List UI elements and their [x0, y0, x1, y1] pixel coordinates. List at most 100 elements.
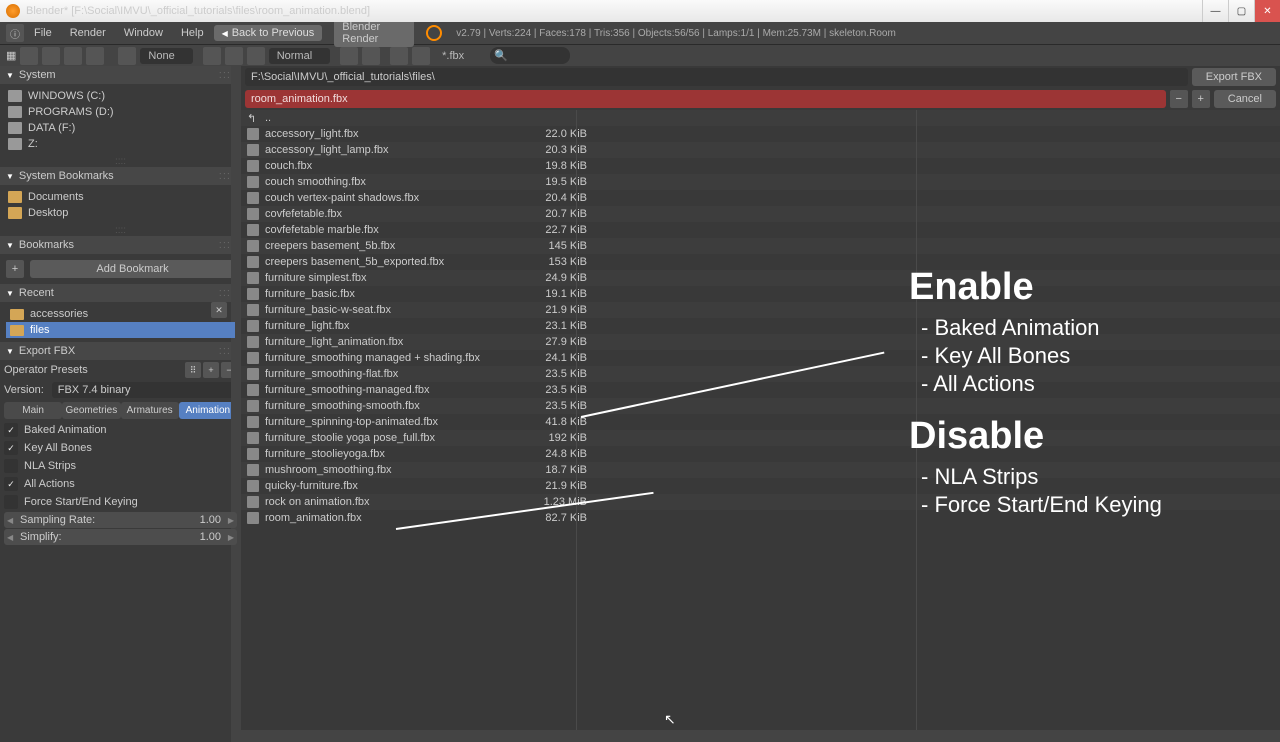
back-to-previous-button[interactable]: Back to Previous [214, 25, 323, 41]
file-row[interactable]: furniture_smoothing-smooth.fbx23.5 KiB [241, 398, 1280, 414]
display-list-long-button[interactable] [225, 47, 243, 65]
system-bookmarks-header[interactable]: System Bookmarks:::: [0, 167, 241, 185]
checkbox[interactable] [4, 459, 18, 473]
system-panel-header[interactable]: System:::: [0, 66, 241, 84]
nav-refresh-button[interactable] [86, 47, 104, 65]
file-row[interactable]: creepers basement_5b.fbx145 KiB [241, 238, 1280, 254]
panel-grip[interactable]: :::: [0, 156, 241, 167]
file-row[interactable]: furniture_light.fbx23.1 KiB [241, 318, 1280, 334]
file-row[interactable]: mushroom_smoothing.fbx18.7 KiB [241, 462, 1280, 478]
file-row[interactable]: furniture_stoolie yoga pose_full.fbx192 … [241, 430, 1280, 446]
nav-up-button[interactable] [64, 47, 82, 65]
checkbox[interactable] [4, 423, 18, 437]
file-row[interactable]: furniture_basic-w-seat.fbx21.9 KiB [241, 302, 1280, 318]
file-row[interactable]: quicky-furniture.fbx21.9 KiB [241, 478, 1280, 494]
tab-geometries[interactable]: Geometries [62, 402, 120, 419]
file-row[interactable]: furniture_smoothing-managed.fbx23.5 KiB [241, 382, 1280, 398]
recent-header[interactable]: Recent:::: [0, 284, 241, 302]
file-row[interactable]: rock on animation.fbx1.23 MiB [241, 494, 1280, 510]
sort-alpha-button[interactable] [340, 47, 358, 65]
drive-item[interactable]: PROGRAMS (D:) [6, 104, 235, 120]
bookmark-item[interactable]: Documents [6, 189, 235, 205]
drive-item[interactable]: DATA (F:) [6, 120, 235, 136]
chevron-left-icon[interactable]: ◀ [7, 516, 13, 525]
version-select[interactable]: FBX 7.4 binary [52, 382, 237, 398]
clear-recent-button[interactable]: ✕ [211, 302, 227, 318]
filter-funnel-button[interactable] [412, 47, 430, 65]
chevron-right-icon[interactable]: ▶ [228, 533, 234, 542]
file-row[interactable]: furniture_spinning-top-animated.fbx41.8 … [241, 414, 1280, 430]
menu-render[interactable]: Render [62, 24, 114, 42]
file-row[interactable]: accessory_light.fbx22.0 KiB [241, 126, 1280, 142]
increment-button[interactable]: + [1192, 90, 1210, 108]
chevron-left-icon[interactable]: ◀ [7, 533, 13, 542]
info-editor-icon[interactable]: ⓘ [6, 24, 24, 42]
recent-item[interactable]: accessories [6, 306, 235, 322]
file-row[interactable]: furniture_stoolieyoga.fbx24.8 KiB [241, 446, 1280, 462]
file-row[interactable]: furniture_smoothing managed + shading.fb… [241, 350, 1280, 366]
recent-item[interactable]: files [6, 322, 235, 338]
operator-presets-label[interactable]: Operator Presets [4, 364, 183, 376]
file-editor-icon[interactable]: ▦ [6, 49, 16, 62]
tab-animation[interactable]: Animation [179, 402, 237, 419]
tab-armatures[interactable]: Armatures [121, 402, 179, 419]
file-row[interactable]: covfefetable marble.fbx22.7 KiB [241, 222, 1280, 238]
drive-item[interactable]: Z: [6, 136, 235, 152]
menu-file[interactable]: File [26, 24, 60, 42]
checkbox-row[interactable]: Key All Bones [0, 439, 241, 457]
display-size-select[interactable]: Normal [269, 48, 330, 64]
cancel-button[interactable]: Cancel [1214, 90, 1276, 108]
nav-fwd-button[interactable] [42, 47, 60, 65]
close-button[interactable]: ✕ [1254, 0, 1280, 22]
refresh-icon[interactable] [426, 25, 442, 41]
sidebar-scrollbar[interactable] [231, 66, 241, 742]
show-hidden-button[interactable] [390, 47, 408, 65]
preset-menu-icon[interactable]: ⠿ [185, 362, 201, 378]
file-row[interactable]: furniture_basic.fbx19.1 KiB [241, 286, 1280, 302]
file-row[interactable]: accessory_light_lamp.fbx20.3 KiB [241, 142, 1280, 158]
horizontal-scrollbar[interactable] [241, 730, 1280, 742]
file-row[interactable]: couch smoothing.fbx19.5 KiB [241, 174, 1280, 190]
recursion-select[interactable]: None [140, 48, 192, 64]
add-bookmark-plus-icon[interactable]: + [6, 260, 24, 278]
sort-ext-button[interactable] [362, 47, 380, 65]
file-row[interactable]: creepers basement_5b_exported.fbx153 KiB [241, 254, 1280, 270]
file-row[interactable]: furniture simplest.fbx24.9 KiB [241, 270, 1280, 286]
sampling-rate-field[interactable]: ◀ Sampling Rate: 1.00 ▶ [4, 512, 237, 528]
file-row[interactable]: couch.fbx19.8 KiB [241, 158, 1280, 174]
file-filter-select[interactable]: *.fbx [434, 48, 482, 64]
bookmarks-header[interactable]: Bookmarks:::: [0, 236, 241, 254]
path-input[interactable]: F:\Social\IMVU\_official_tutorials\files… [245, 68, 1188, 86]
menu-window[interactable]: Window [116, 24, 171, 42]
nav-back-button[interactable] [20, 47, 38, 65]
menu-help[interactable]: Help [173, 24, 212, 42]
display-list-short-button[interactable] [203, 47, 221, 65]
checkbox[interactable] [4, 441, 18, 455]
file-row[interactable]: room_animation.fbx82.7 KiB [241, 510, 1280, 526]
maximize-button[interactable]: ▢ [1228, 0, 1254, 22]
checkbox-row[interactable]: Force Start/End Keying [0, 493, 241, 511]
display-thumb-button[interactable] [247, 47, 265, 65]
export-fbx-button[interactable]: Export FBX [1192, 68, 1276, 86]
render-engine-select[interactable]: Blender Render [334, 19, 414, 47]
chevron-right-icon[interactable]: ▶ [228, 516, 234, 525]
drive-item[interactable]: WINDOWS (C:) [6, 88, 235, 104]
checkbox-row[interactable]: NLA Strips [0, 457, 241, 475]
new-folder-button[interactable] [118, 47, 136, 65]
minimize-button[interactable]: — [1202, 0, 1228, 22]
tab-main[interactable]: Main [4, 402, 62, 419]
search-input[interactable]: 🔍 [490, 47, 570, 64]
add-bookmark-button[interactable]: Add Bookmark [30, 260, 235, 278]
preset-add-button[interactable]: + [203, 362, 219, 378]
checkbox[interactable] [4, 495, 18, 509]
file-row[interactable]: couch vertex-paint shadows.fbx20.4 KiB [241, 190, 1280, 206]
bookmark-item[interactable]: Desktop [6, 205, 235, 221]
checkbox-row[interactable]: Baked Animation [0, 421, 241, 439]
filename-input[interactable]: room_animation.fbx [245, 90, 1166, 108]
file-row[interactable]: covfefetable.fbx20.7 KiB [241, 206, 1280, 222]
simplify-field[interactable]: ◀ Simplify: 1.00 ▶ [4, 529, 237, 545]
file-row[interactable]: furniture_light_animation.fbx27.9 KiB [241, 334, 1280, 350]
decrement-button[interactable]: − [1170, 90, 1188, 108]
export-fbx-header[interactable]: Export FBX:::: [0, 342, 241, 360]
checkbox-row[interactable]: All Actions [0, 475, 241, 493]
